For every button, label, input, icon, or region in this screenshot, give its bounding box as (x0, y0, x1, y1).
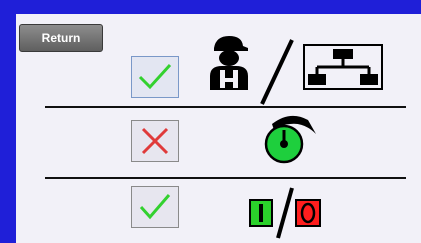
cross-icon (141, 127, 169, 155)
on-off-switch-icon (249, 187, 321, 239)
row-divider (45, 177, 406, 179)
row-divider (45, 106, 406, 108)
gauge-icon (264, 115, 316, 164)
left-border (0, 0, 16, 243)
check-icon (139, 194, 171, 220)
return-button[interactable]: Return (19, 24, 103, 52)
row3-status-indicator (131, 186, 179, 228)
slash-divider-icon (260, 39, 294, 105)
network-icon (303, 44, 383, 90)
check-icon (138, 63, 172, 90)
row2-status-indicator (131, 120, 179, 162)
top-border (0, 0, 421, 14)
window-frame: Return (0, 0, 421, 243)
operator-icon (210, 36, 248, 90)
row1-status-indicator (131, 56, 179, 98)
